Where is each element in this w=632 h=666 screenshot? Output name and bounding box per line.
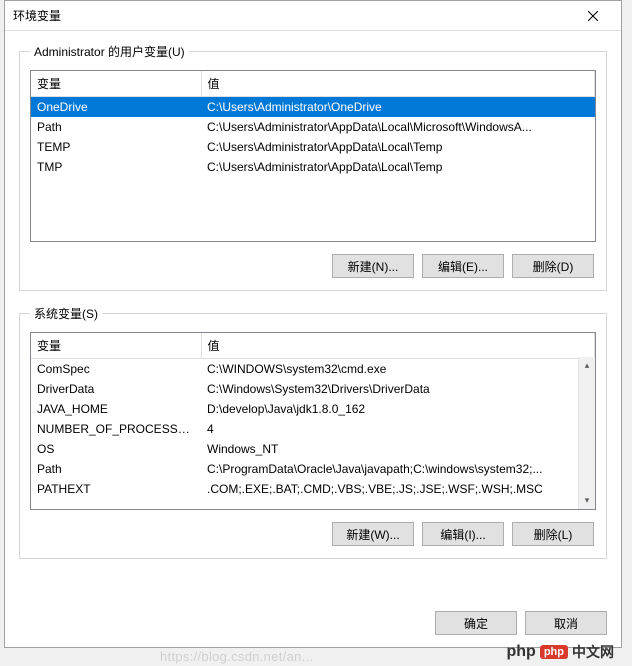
variable-value-cell: D:\develop\Java\jdk1.8.0_162: [201, 399, 595, 419]
column-header-name[interactable]: 变量: [31, 71, 201, 97]
system-new-button[interactable]: 新建(W)...: [332, 522, 414, 546]
variable-name-cell: ComSpec: [31, 359, 201, 380]
table-row[interactable]: TEMPC:\Users\Administrator\AppData\Local…: [31, 137, 595, 157]
variable-value-cell: 4: [201, 419, 595, 439]
dialog-title: 环境变量: [13, 7, 573, 24]
ok-button[interactable]: 确定: [435, 611, 517, 635]
user-buttons-row: 新建(N)... 编辑(E)... 删除(D): [30, 242, 596, 280]
table-row[interactable]: OneDriveC:\Users\Administrator\OneDrive: [31, 97, 595, 118]
variable-value-cell: C:\ProgramData\Oracle\Java\javapath;C:\w…: [201, 459, 595, 479]
user-variables-legend: Administrator 的用户变量(U): [30, 43, 189, 60]
table-row[interactable]: PathC:\ProgramData\Oracle\Java\javapath;…: [31, 459, 595, 479]
titlebar: 环境变量: [5, 1, 621, 31]
variable-name-cell: OS: [31, 439, 201, 459]
variable-name-cell: PATHEXT: [31, 479, 201, 499]
scroll-down-icon[interactable]: ▾: [579, 492, 595, 509]
column-header-value[interactable]: 值: [201, 333, 595, 359]
close-icon: [588, 11, 598, 21]
table-row[interactable]: NUMBER_OF_PROCESSORS4: [31, 419, 595, 439]
variable-name-cell: NUMBER_OF_PROCESSORS: [31, 419, 201, 439]
variable-value-cell: C:\Users\Administrator\AppData\Local\Tem…: [201, 157, 595, 177]
table-row[interactable]: OSWindows_NT: [31, 439, 595, 459]
dialog-content: Administrator 的用户变量(U) 变量 值 OneDriveC:\U…: [5, 31, 621, 603]
variable-value-cell: C:\Users\Administrator\OneDrive: [201, 97, 595, 118]
user-edit-button[interactable]: 编辑(E)...: [422, 254, 504, 278]
cancel-button[interactable]: 取消: [525, 611, 607, 635]
system-variables-table[interactable]: 变量 值 ComSpecC:\WINDOWS\system32\cmd.exeD…: [31, 333, 595, 499]
scroll-up-icon[interactable]: ▴: [579, 357, 595, 374]
system-table-scrollbar[interactable]: ▴ ▾: [578, 357, 595, 509]
user-variables-table[interactable]: 变量 值 OneDriveC:\Users\Administrator\OneD…: [31, 71, 595, 177]
user-new-button[interactable]: 新建(N)...: [332, 254, 414, 278]
dialog-footer: 确定 取消: [5, 603, 621, 647]
user-variables-group: Administrator 的用户变量(U) 变量 值 OneDriveC:\U…: [19, 43, 607, 291]
system-edit-button[interactable]: 编辑(I)...: [422, 522, 504, 546]
system-delete-button[interactable]: 删除(L): [512, 522, 594, 546]
variable-value-cell: C:\Users\Administrator\AppData\Local\Tem…: [201, 137, 595, 157]
user-delete-button[interactable]: 删除(D): [512, 254, 594, 278]
system-variables-table-wrap: 变量 值 ComSpecC:\WINDOWS\system32\cmd.exeD…: [30, 332, 596, 510]
user-variables-table-wrap: 变量 值 OneDriveC:\Users\Administrator\OneD…: [30, 70, 596, 242]
variable-name-cell: Path: [31, 117, 201, 137]
table-row[interactable]: DriverDataC:\Windows\System32\Drivers\Dr…: [31, 379, 595, 399]
variable-name-cell: OneDrive: [31, 97, 201, 118]
variable-value-cell: Windows_NT: [201, 439, 595, 459]
system-variables-group: 系统变量(S) 变量 值 ComSpecC:\WINDOWS\system32\…: [19, 305, 607, 559]
table-row[interactable]: PathC:\Users\Administrator\AppData\Local…: [31, 117, 595, 137]
watermark-url: https://blog.csdn.net/an...: [160, 649, 313, 664]
environment-variables-dialog: 环境变量 Administrator 的用户变量(U) 变量 值: [4, 0, 622, 648]
variable-name-cell: DriverData: [31, 379, 201, 399]
variable-name-cell: TEMP: [31, 137, 201, 157]
variable-value-cell: .COM;.EXE;.BAT;.CMD;.VBS;.VBE;.JS;.JSE;.…: [201, 479, 595, 499]
variable-name-cell: JAVA_HOME: [31, 399, 201, 419]
variable-value-cell: C:\Users\Administrator\AppData\Local\Mic…: [201, 117, 595, 137]
system-buttons-row: 新建(W)... 编辑(I)... 删除(L): [30, 510, 596, 548]
table-row[interactable]: TMPC:\Users\Administrator\AppData\Local\…: [31, 157, 595, 177]
table-row[interactable]: JAVA_HOMED:\develop\Java\jdk1.8.0_162: [31, 399, 595, 419]
system-variables-legend: 系统变量(S): [30, 305, 102, 322]
table-row[interactable]: PATHEXT.COM;.EXE;.BAT;.CMD;.VBS;.VBE;.JS…: [31, 479, 595, 499]
table-row[interactable]: ComSpecC:\WINDOWS\system32\cmd.exe: [31, 359, 595, 380]
variable-name-cell: Path: [31, 459, 201, 479]
column-header-value[interactable]: 值: [201, 71, 595, 97]
variable-name-cell: TMP: [31, 157, 201, 177]
column-header-name[interactable]: 变量: [31, 333, 201, 359]
variable-value-cell: C:\WINDOWS\system32\cmd.exe: [201, 359, 595, 380]
variable-value-cell: C:\Windows\System32\Drivers\DriverData: [201, 379, 595, 399]
close-button[interactable]: [573, 2, 613, 30]
